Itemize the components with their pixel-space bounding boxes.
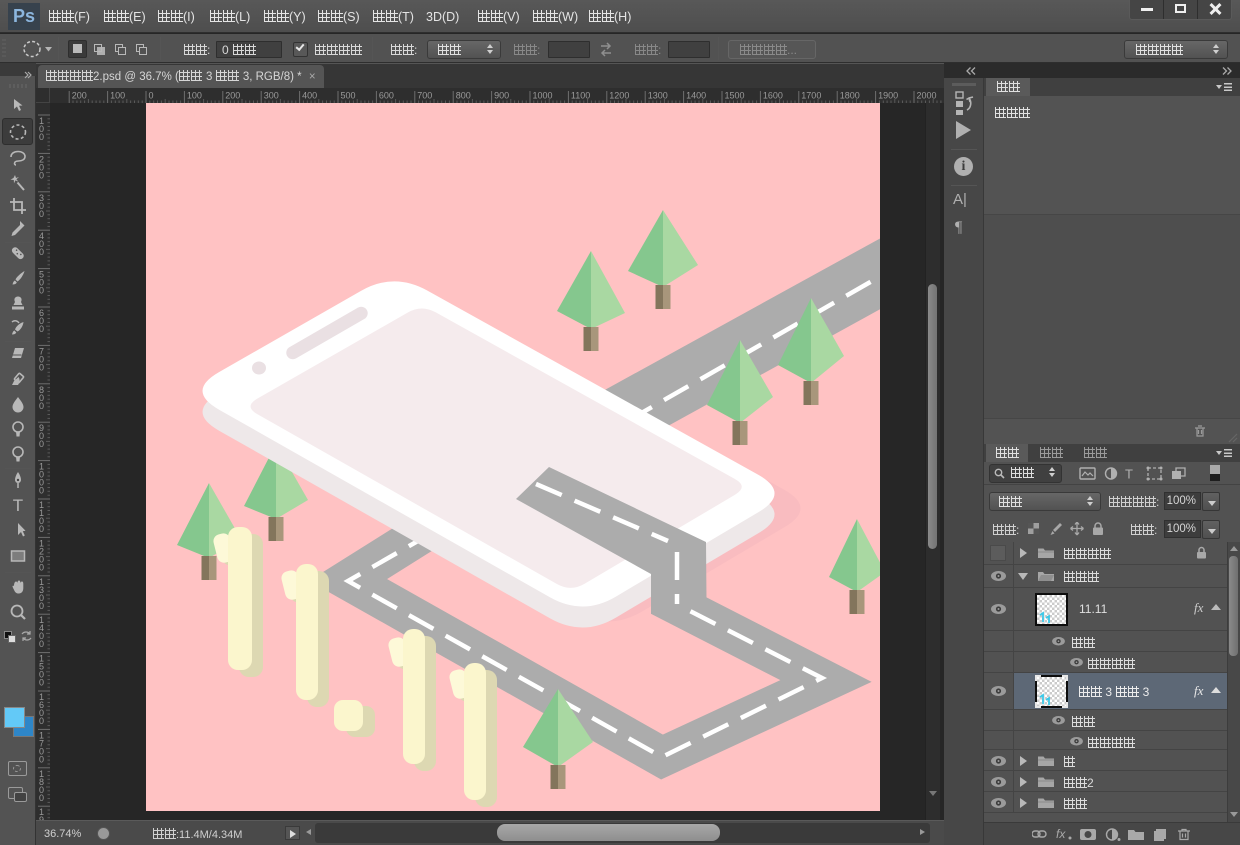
- svg-text:0: 0: [39, 716, 44, 726]
- svg-text:0: 0: [39, 678, 44, 688]
- svg-text:0: 0: [39, 793, 44, 803]
- svg-text:0: 0: [39, 247, 44, 257]
- svg-text:400: 400: [302, 91, 317, 101]
- svg-text:0: 0: [39, 362, 44, 372]
- svg-text:0: 0: [39, 401, 44, 411]
- svg-text:0: 0: [39, 524, 44, 534]
- svg-text:200: 200: [225, 91, 240, 101]
- svg-text:600: 600: [379, 91, 394, 101]
- svg-text:500: 500: [341, 91, 356, 101]
- svg-text:fx: fx: [1056, 827, 1066, 841]
- svg-text:800: 800: [456, 91, 471, 101]
- svg-text:0: 0: [39, 324, 44, 334]
- svg-text:0: 0: [39, 562, 44, 572]
- svg-text:0: 0: [39, 439, 44, 449]
- svg-text:300: 300: [264, 91, 279, 101]
- svg-text:0: 0: [39, 601, 44, 611]
- svg-text:0: 0: [39, 132, 44, 142]
- svg-text:0: 0: [149, 91, 154, 101]
- svg-text:100: 100: [187, 91, 202, 101]
- svg-text:0: 0: [39, 754, 44, 764]
- svg-text:T: T: [1125, 467, 1133, 482]
- svg-text:T: T: [13, 496, 23, 515]
- svg-text:100: 100: [110, 91, 125, 101]
- svg-text:200: 200: [72, 91, 87, 101]
- svg-text:0: 0: [39, 486, 44, 496]
- svg-text:700: 700: [417, 91, 432, 101]
- svg-text:0: 0: [39, 286, 44, 296]
- svg-text:0: 0: [39, 639, 44, 649]
- svg-text:900: 900: [494, 91, 509, 101]
- svg-text:0: 0: [39, 209, 44, 219]
- svg-text:0: 0: [39, 170, 44, 180]
